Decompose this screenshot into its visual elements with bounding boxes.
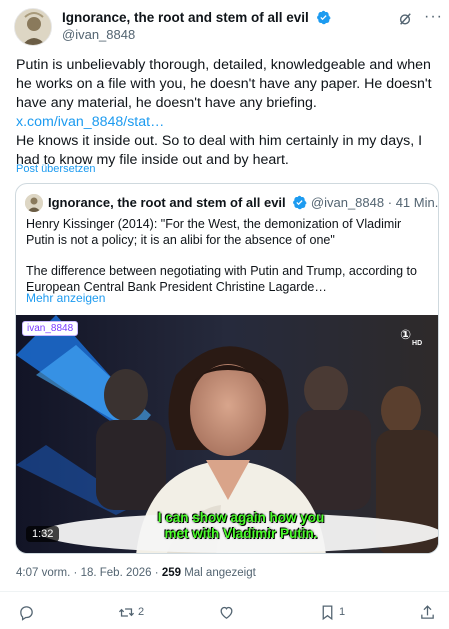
reply-button[interactable] — [18, 603, 38, 621]
share-button[interactable] — [419, 603, 436, 621]
quote-text: Henry Kissinger (2014): "For the West, t… — [26, 216, 430, 295]
bookmark-count: 1 — [339, 606, 346, 618]
post-time[interactable]: 4:07 vorm. — [16, 567, 70, 579]
quote-header: Ignorance, the root and stem of all evil… — [48, 195, 438, 210]
quote-time[interactable]: 41 Min. — [396, 195, 438, 210]
video-subtitle-line-2: met with Vladimir Putin. — [164, 526, 318, 541]
quote-verified-badge-icon — [293, 195, 307, 210]
channel-logo-icon: ①HD — [400, 327, 422, 347]
quote-author-avatar[interactable] — [25, 194, 43, 212]
like-button[interactable] — [218, 603, 238, 621]
tweet-link[interactable]: x.com/ivan_8848/stat… — [16, 114, 164, 130]
grok-icon[interactable] — [398, 12, 412, 26]
view-count-label: Mal angezeigt — [184, 567, 256, 579]
post-date[interactable]: 18. Feb. 2026 — [81, 567, 152, 579]
reply-icon — [20, 605, 33, 621]
quoted-tweet-card[interactable]: Ignorance, the root and stem of all evil… — [15, 183, 439, 554]
repost-button[interactable]: 2 — [118, 603, 144, 621]
bookmark-button[interactable]: 1 — [319, 603, 345, 621]
bookmark-icon — [322, 604, 333, 620]
video-subtitle-line-1: I can show again how you — [157, 510, 325, 525]
post-meta-dot-2: · — [154, 567, 159, 579]
heart-icon — [220, 606, 233, 619]
video-watermark: ivan_8848 — [22, 321, 79, 336]
video-duration: 1:32 — [26, 526, 60, 542]
translate-post-link[interactable]: Post übersetzen — [16, 163, 96, 175]
show-more-link[interactable]: Mehr anzeigen — [26, 291, 105, 305]
author-name[interactable]: Ignorance, the root and stem of all evil — [62, 10, 331, 25]
quote-author-name[interactable]: Ignorance, the root and stem of all evil — [48, 195, 286, 210]
author-avatar[interactable] — [14, 8, 52, 46]
repost-count: 2 — [138, 606, 145, 618]
author-name-text[interactable]: Ignorance, the root and stem of all evil — [62, 10, 309, 25]
divider — [0, 591, 449, 592]
verified-badge-icon — [316, 10, 331, 25]
video-subtitle: I can show again how you met with Vladim… — [136, 510, 346, 542]
repost-icon — [118, 607, 135, 617]
more-options-icon[interactable]: ··· — [424, 8, 443, 26]
tweet-text: Putin is unbelievably thorough, detailed… — [16, 56, 436, 170]
channel-hd-label: HD — [412, 340, 423, 347]
post-meta-dot: · — [73, 567, 78, 579]
author-handle[interactable]: @ivan_8848 — [62, 27, 135, 42]
channel-logo: ① — [400, 327, 412, 342]
view-count: 259 — [161, 567, 181, 579]
share-icon — [421, 604, 434, 619]
quote-separator: · — [387, 195, 393, 210]
quote-author-handle[interactable]: @ivan_8848 — [311, 195, 384, 210]
post-meta: 4:07 vorm. · 18. Feb. 2026 · 259 Mal ang… — [16, 567, 256, 579]
video-player[interactable]: ivan_8848 ①HD I can show again how you m… — [16, 315, 438, 553]
tweet-text-paragraph-1: Putin is unbelievably thorough, detailed… — [16, 57, 432, 111]
quote-text-paragraph-1: Henry Kissinger (2014): "For the West, t… — [26, 217, 402, 247]
